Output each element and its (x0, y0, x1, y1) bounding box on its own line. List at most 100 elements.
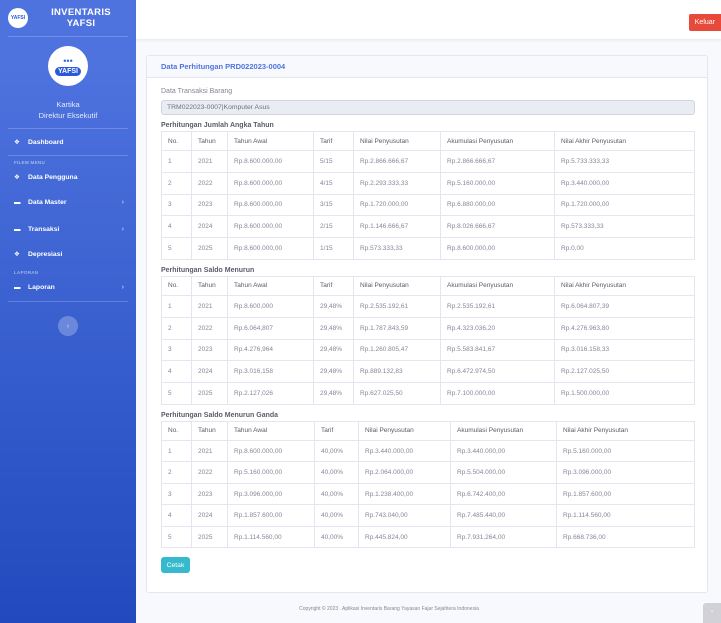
table-cell: 2025 (191, 237, 228, 260)
column-header: Tahun Awal (227, 275, 314, 296)
table2-title: Perhitungan Saldo Menurun (161, 266, 255, 274)
table-cell: Rp.8.600.000,00 (227, 193, 314, 217)
table-cell: Rp.743.040,00 (358, 504, 451, 527)
sidebar-heading-menu: FILEM MENU (14, 160, 45, 165)
table-row: 3 2023 Rp.8.600.000,00 3/15 Rp.1.720.000,00 R… (161, 193, 695, 217)
table-cell: 5 (161, 382, 192, 405)
table-cell: Rp.8.600.000,00 (440, 237, 555, 260)
logout-button[interactable]: Keluar (688, 14, 721, 31)
table-cell: Rp.2.535.192,61 (440, 294, 555, 318)
table-cell: 5/15 (313, 150, 354, 173)
card-title: Data Perhitungan PRD022023-0004 (147, 56, 707, 78)
profile-role: Direktur Eksekutif (38, 111, 98, 120)
table-row: 4 2024 Rp.3.016,158 29,48% Rp.889.132,83 Rp.6… (161, 360, 695, 384)
table-cell: Rp.2.127.025,50 (554, 360, 695, 384)
footer-copyright: Copyright © 2023 . Aplikasi Inventaris B… (299, 606, 479, 612)
table-cell: 3/15 (313, 193, 354, 217)
column-header: No. (161, 275, 192, 296)
table-cell: Rp.5.504.000,00 (450, 461, 557, 484)
table-cell: Rp.3.440.000,00 (450, 439, 557, 463)
sidebar-item-dashboard[interactable]: ❖ Dashboard (0, 129, 136, 155)
sidebar-brand[interactable]: YAFSI INVENTARIS YAFSI (0, 0, 136, 36)
chevron-right-icon: › (121, 283, 124, 291)
table-row: 5 2025 Rp.8.600.000,00 1/15 Rp.573.333,33 Rp.… (161, 237, 695, 260)
table-cell: Rp.2.866.666,67 (440, 150, 555, 173)
transaction-field[interactable]: TRM022023-0007|Komputer Asus (161, 100, 695, 115)
table-cell: 40,00% (314, 461, 359, 484)
table-cell: Rp.3.440.000,00 (358, 439, 451, 463)
table-cell: Rp.1.720.000,00 (554, 193, 695, 217)
table-saldo-menurun: No. Tahun Tahun Awal Tarif Nilai Penyusutan A… (161, 275, 695, 405)
sidebar: YAFSI INVENTARIS YAFSI ••• YAFSI Kartika… (0, 0, 136, 623)
table-cell: Rp.573.333,33 (554, 215, 695, 239)
table-cell: 4 (161, 215, 192, 239)
column-header: Tahun (191, 131, 228, 151)
table1-title: Perhitungan Jumlah Angka Tahun (161, 122, 274, 129)
home-icon: ❖ (14, 174, 20, 181)
table-cell: 1 (161, 294, 192, 318)
table-cell: 2022 (191, 461, 228, 484)
table-cell: Rp.0,00 (554, 237, 695, 260)
table-cell: Rp.8.600.000,00 (227, 237, 314, 260)
table-row: 5 2025 Rp.1.114.560,00 40,00% Rp.445.824,00 R… (161, 525, 695, 549)
table-cell: 2024 (191, 215, 228, 239)
table-cell: 2024 (191, 360, 228, 384)
table-row: 5 2025 Rp.2.127,026 29,48% Rp.627.025,50 Rp.7… (161, 382, 695, 405)
table-cell: 2023 (191, 193, 228, 217)
profile-logo: ••• YAFSI (48, 46, 88, 86)
scroll-to-top-button[interactable]: ⌃ (703, 603, 721, 623)
table-cell: 2 (161, 316, 192, 340)
sidebar-heading-laporan: LAPORAN (14, 270, 39, 275)
table-cell: 2025 (191, 525, 228, 549)
table-cell: Rp.1.146.666,67 (353, 215, 441, 239)
table-cell: Rp.4.323.036,20 (440, 316, 555, 340)
table-cell: Rp.8.600.000,00 (227, 150, 314, 173)
table-cell: Rp.2.127,026 (227, 382, 314, 405)
table-cell: 2023 (191, 338, 228, 362)
folder-icon: ▬ (14, 283, 21, 291)
sidebar-item-transaksi[interactable]: ▬ Transaksi › (0, 216, 136, 242)
table-cell: Rp.8.026.666,67 (440, 215, 555, 239)
sidebar-item-depresiasi[interactable]: ❖ Depresiasi (0, 242, 136, 266)
table-cell: Rp.1.857.600,00 (227, 504, 315, 527)
table-cell: 2022 (191, 171, 228, 195)
table-header-row: No. Tahun Tahun Awal Tarif Nilai Penyusutan A… (161, 275, 695, 296)
sidebar-toggle-button[interactable]: ‹ (58, 316, 78, 336)
table-cell: 40,00% (314, 482, 359, 506)
table-cell: Rp.3.096.000,00 (556, 461, 695, 484)
table-cell: Rp.3.440.000,00 (554, 171, 695, 195)
chevron-up-icon: ⌃ (709, 610, 715, 617)
sidebar-item-laporan[interactable]: ▬ Laporan › (0, 276, 136, 298)
home-icon: ❖ (14, 251, 20, 258)
table-cell: 4 (161, 504, 192, 527)
column-header: Akumulasi Penyusutan (450, 420, 557, 441)
column-header: Nilai Penyusutan (358, 420, 451, 441)
table-cell: 2023 (191, 482, 228, 506)
table-row: 1 2021 Rp.8.600.000,00 40,00% Rp.3.440.000,0… (161, 439, 695, 463)
table-cell: Rp.7.485.440,00 (450, 504, 557, 527)
table-cell: 1/15 (313, 237, 354, 260)
print-button[interactable]: Cetak (161, 557, 190, 574)
profile: ••• YAFSI Kartika Direktur Eksekutif (0, 37, 136, 128)
table-cell: Rp.1.238.400,00 (358, 482, 451, 506)
table-cell: Rp.4.276.963,80 (554, 316, 695, 340)
sidebar-item-data-master[interactable]: ▬ Data Master › (0, 188, 136, 216)
table-cell: 2024 (191, 504, 228, 527)
table-cell: Rp.1.114.560,00 (556, 504, 695, 527)
table-cell: Rp.5.160.000,00 (227, 461, 315, 484)
table-cell: Rp.1.114.560,00 (227, 525, 315, 549)
table-cell: Rp.7.100.000,00 (440, 382, 555, 405)
table-cell: Rp.889.132,83 (353, 360, 441, 384)
topbar: Keluar (136, 0, 721, 39)
table-cell: 2021 (191, 150, 228, 173)
sidebar-item-data-pengguna[interactable]: ❖ Data Pengguna (0, 166, 136, 188)
table-cell: 2/15 (313, 215, 354, 239)
table-cell: Rp.5.160.000,00 (556, 439, 695, 463)
table-cell: 1 (161, 439, 192, 463)
folder-icon: ▬ (14, 225, 21, 233)
table-row: 1 2021 Rp.8.600,000 29,48% Rp.2.535.192,61 Rp… (161, 294, 695, 318)
table-cell: Rp.7.931.264,00 (450, 525, 557, 549)
table-row: 2 2022 Rp.8.600.000,00 4/15 Rp.2.293.333,33 R… (161, 171, 695, 195)
table-cell: Rp.445.824,00 (358, 525, 451, 549)
table-row: 1 2021 Rp.8.600.000,00 5/15 Rp.2.866.666,67 R… (161, 150, 695, 173)
